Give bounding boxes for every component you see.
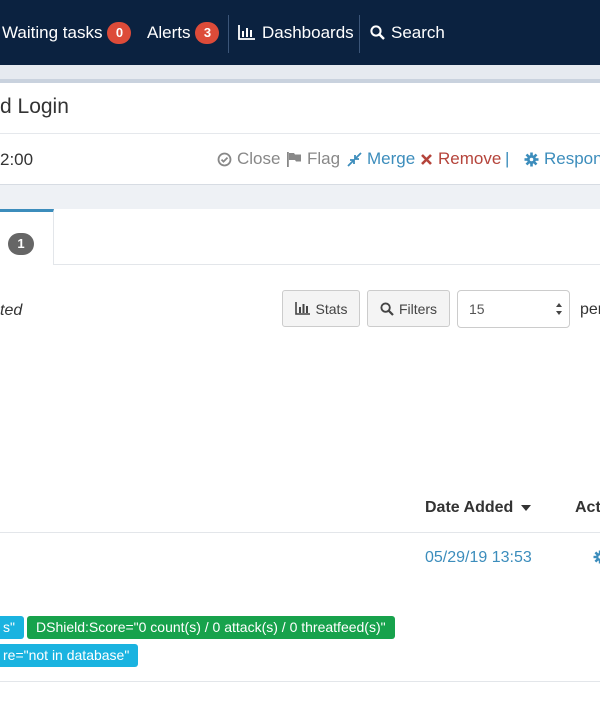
top-navbar: Waiting tasks 0 Alerts 3 Dashboards Sear… [0, 0, 600, 65]
caret-down-icon [520, 504, 531, 511]
flag-label: Flag [307, 149, 341, 168]
nav-alerts-label: Alerts [147, 22, 191, 42]
per-page-select[interactable]: 15 [457, 290, 570, 328]
case-header: d Login 2:00 Close Flag Merge Remove | R… [0, 83, 600, 185]
per-page-value: 15 [469, 301, 485, 317]
search-icon [380, 301, 394, 316]
alerts-badge: 3 [195, 21, 220, 44]
search-icon [370, 25, 385, 40]
row-date-added[interactable]: 05/29/19 13:53 [425, 549, 532, 567]
nav-separator [359, 15, 360, 53]
remove-x-icon [421, 153, 432, 165]
close-case-button[interactable]: Close [217, 149, 280, 169]
remove-label: Remove [438, 149, 502, 168]
table-row: 05/29/19 13:53 s" DShield:Score="0 count… [0, 533, 600, 681]
nav-separator [228, 15, 229, 53]
tag-label[interactable]: s" [0, 616, 24, 639]
filters-button[interactable]: Filters [367, 290, 450, 327]
column-header-actions: Act [575, 499, 600, 516]
table-bottom-divider [0, 681, 600, 682]
nav-search-label: Search [391, 22, 445, 42]
flag-icon [287, 151, 301, 167]
nav-waiting-tasks-label: Waiting tasks [2, 22, 103, 42]
selection-status: ted [0, 302, 23, 319]
stats-button[interactable]: Stats [282, 290, 360, 327]
case-title: d Login [0, 95, 69, 118]
main-panel: ted Stats Filters 15 per Date Added Act … [0, 265, 600, 720]
close-label: Close [237, 149, 281, 168]
case-divider [0, 133, 600, 134]
respond-label: Respon [544, 149, 600, 168]
nav-alerts[interactable]: Alerts 3 [147, 0, 220, 65]
date-added-label: Date Added [425, 499, 514, 516]
tab-spacer [0, 185, 600, 209]
nav-waiting-tasks[interactable]: Waiting tasks 0 [2, 0, 132, 65]
gear-icon[interactable] [593, 550, 600, 569]
check-circle-icon [217, 152, 232, 166]
stats-label: Stats [315, 300, 348, 317]
tab-bar: 1 [0, 209, 600, 265]
responders-button[interactable]: Respon [524, 149, 600, 169]
merge-label: Merge [367, 149, 416, 168]
per-page-label: per [580, 301, 600, 318]
dashboard-chart-icon [238, 25, 256, 40]
column-header-date-added[interactable]: Date Added [425, 499, 531, 517]
waiting-tasks-badge: 0 [107, 21, 132, 44]
case-date: 2:00 [0, 150, 34, 169]
merge-case-button[interactable]: Merge [347, 149, 415, 169]
bar-chart-icon [294, 302, 310, 315]
filters-label: Filters [398, 300, 438, 317]
nav-search[interactable]: Search [370, 0, 445, 65]
gear-icon [524, 152, 539, 166]
tab-count-badge: 1 [8, 233, 34, 255]
merge-arrows-icon [347, 151, 362, 167]
tab-observables[interactable]: 1 [0, 209, 54, 265]
select-arrows-icon [556, 303, 562, 315]
tag-label[interactable]: re="not in database" [0, 644, 139, 667]
remove-case-button[interactable]: Remove [420, 149, 501, 169]
actions-separator: | [505, 149, 510, 168]
nav-dashboards[interactable]: Dashboards [238, 0, 354, 65]
nav-dashboards-label: Dashboards [262, 22, 354, 42]
tag-label[interactable]: DShield:Score="0 count(s) / 0 attack(s) … [27, 616, 395, 639]
flag-case-button[interactable]: Flag [286, 149, 340, 169]
